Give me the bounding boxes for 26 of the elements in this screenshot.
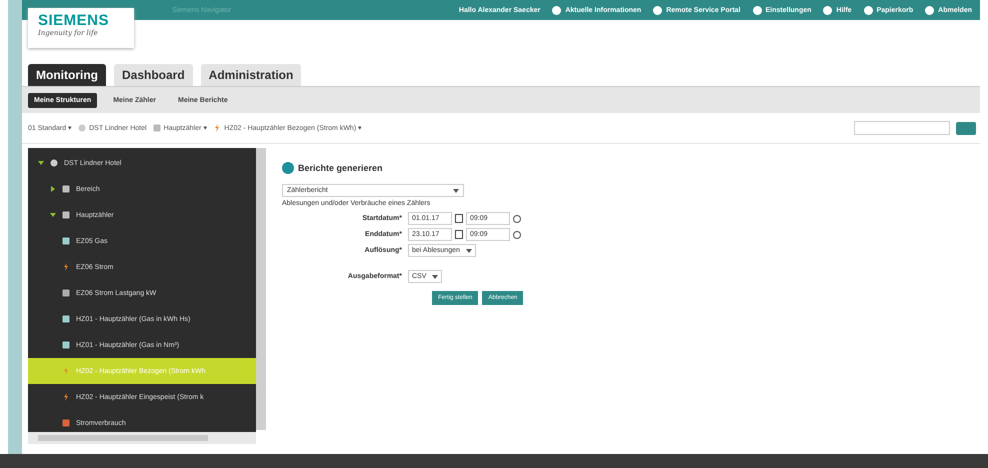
circle-icon [752, 6, 762, 14]
lightning-icon [62, 393, 70, 401]
expander-icon[interactable] [50, 212, 56, 218]
lightning-icon [213, 124, 222, 132]
circle-icon [864, 6, 873, 14]
expander-icon[interactable] [50, 186, 56, 192]
lightning-icon [62, 263, 70, 271]
caret-icon [466, 248, 472, 252]
circle-icon [823, 6, 832, 14]
tab[interactable]: Dashboard [114, 64, 193, 86]
caret-icon [453, 188, 459, 192]
expander-icon[interactable] [38, 160, 44, 166]
form-title: Berichte generieren [298, 163, 383, 173]
circle-icon [653, 6, 662, 14]
tab[interactable]: Monitoring [28, 64, 106, 86]
caret-icon [432, 274, 438, 278]
circle-icon [925, 6, 934, 14]
tab[interactable]: Administration [200, 64, 302, 86]
horizontal-scrollbar[interactable] [28, 432, 256, 444]
search-field[interactable] [854, 121, 950, 135]
logo-text: SIEMENS [38, 12, 110, 29]
vertical-scrollbar[interactable] [256, 148, 266, 430]
lightning-icon [62, 367, 70, 375]
search-button[interactable] [956, 122, 976, 134]
info-icon [282, 162, 294, 174]
circle-icon [552, 6, 562, 14]
